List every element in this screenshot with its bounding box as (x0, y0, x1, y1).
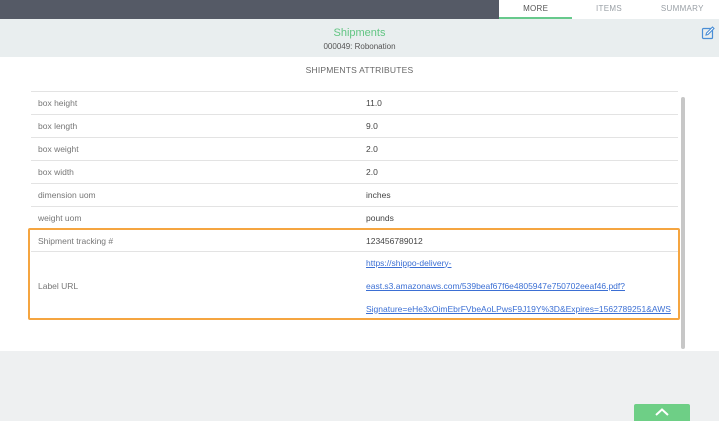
attribute-value: pounds (366, 213, 394, 223)
tab-more[interactable]: MORE (499, 0, 573, 19)
label-url-line[interactable]: east.s3.amazonaws.com/539beaf67f6e480594… (366, 278, 678, 294)
attribute-key: box height (38, 98, 78, 108)
tab-bar: MORE ITEMS SUMMARY (499, 0, 719, 19)
table-row: box weight 2.0 (31, 138, 678, 161)
attribute-value: 2.0 (366, 167, 378, 177)
attribute-value: 9.0 (366, 121, 378, 131)
attribute-key: box weight (38, 144, 79, 154)
attributes-table: box height 11.0 box length 9.0 box weigh… (31, 91, 678, 320)
tab-summary[interactable]: SUMMARY (646, 0, 719, 19)
page-title: Shipments (333, 27, 386, 39)
attributes-panel: SHIPMENTS ATTRIBUTES box height 11.0 box… (0, 57, 719, 351)
label-url-line[interactable]: https://shippo-delivery- (366, 255, 678, 271)
table-row: box length 9.0 (31, 115, 678, 138)
tab-items[interactable]: ITEMS (572, 0, 645, 19)
scrollbar[interactable] (681, 97, 685, 349)
table-row: box width 2.0 (31, 161, 678, 184)
chevron-up-icon (655, 408, 669, 416)
tracking-key: Shipment tracking # (38, 235, 114, 246)
table-row: box height 11.0 (31, 92, 678, 115)
attribute-key: weight uom (38, 213, 82, 223)
label-url-row: Label URL https://shippo-delivery- east.… (31, 252, 678, 320)
label-url-link[interactable]: https://shippo-delivery- east.s3.amazona… (366, 252, 678, 320)
tracking-row: Shipment tracking # 123456789012 (31, 230, 678, 252)
attribute-value: 2.0 (366, 144, 378, 154)
attribute-value: 11.0 (366, 98, 382, 108)
scroll-to-top-button[interactable] (634, 404, 690, 421)
page-header: Shipments 000049: Robonation (0, 19, 719, 57)
label-url-line[interactable]: Signature=eHe3xOimEbrFVbeAoLPwsF9J19Y%3D… (366, 301, 678, 317)
attribute-value: inches (366, 190, 391, 200)
attribute-key: dimension uom (38, 190, 96, 200)
label-url-key: Label URL (38, 280, 79, 291)
table-row: weight uom pounds (31, 207, 678, 230)
edit-icon[interactable] (701, 26, 715, 40)
page-subtitle: 000049: Robonation (323, 42, 396, 51)
section-title: SHIPMENTS ATTRIBUTES (305, 65, 414, 75)
attribute-key: box width (38, 167, 74, 177)
tracking-value: 123456789012 (366, 235, 423, 246)
table-row: dimension uom inches (31, 184, 678, 207)
attribute-key: box length (38, 121, 78, 131)
